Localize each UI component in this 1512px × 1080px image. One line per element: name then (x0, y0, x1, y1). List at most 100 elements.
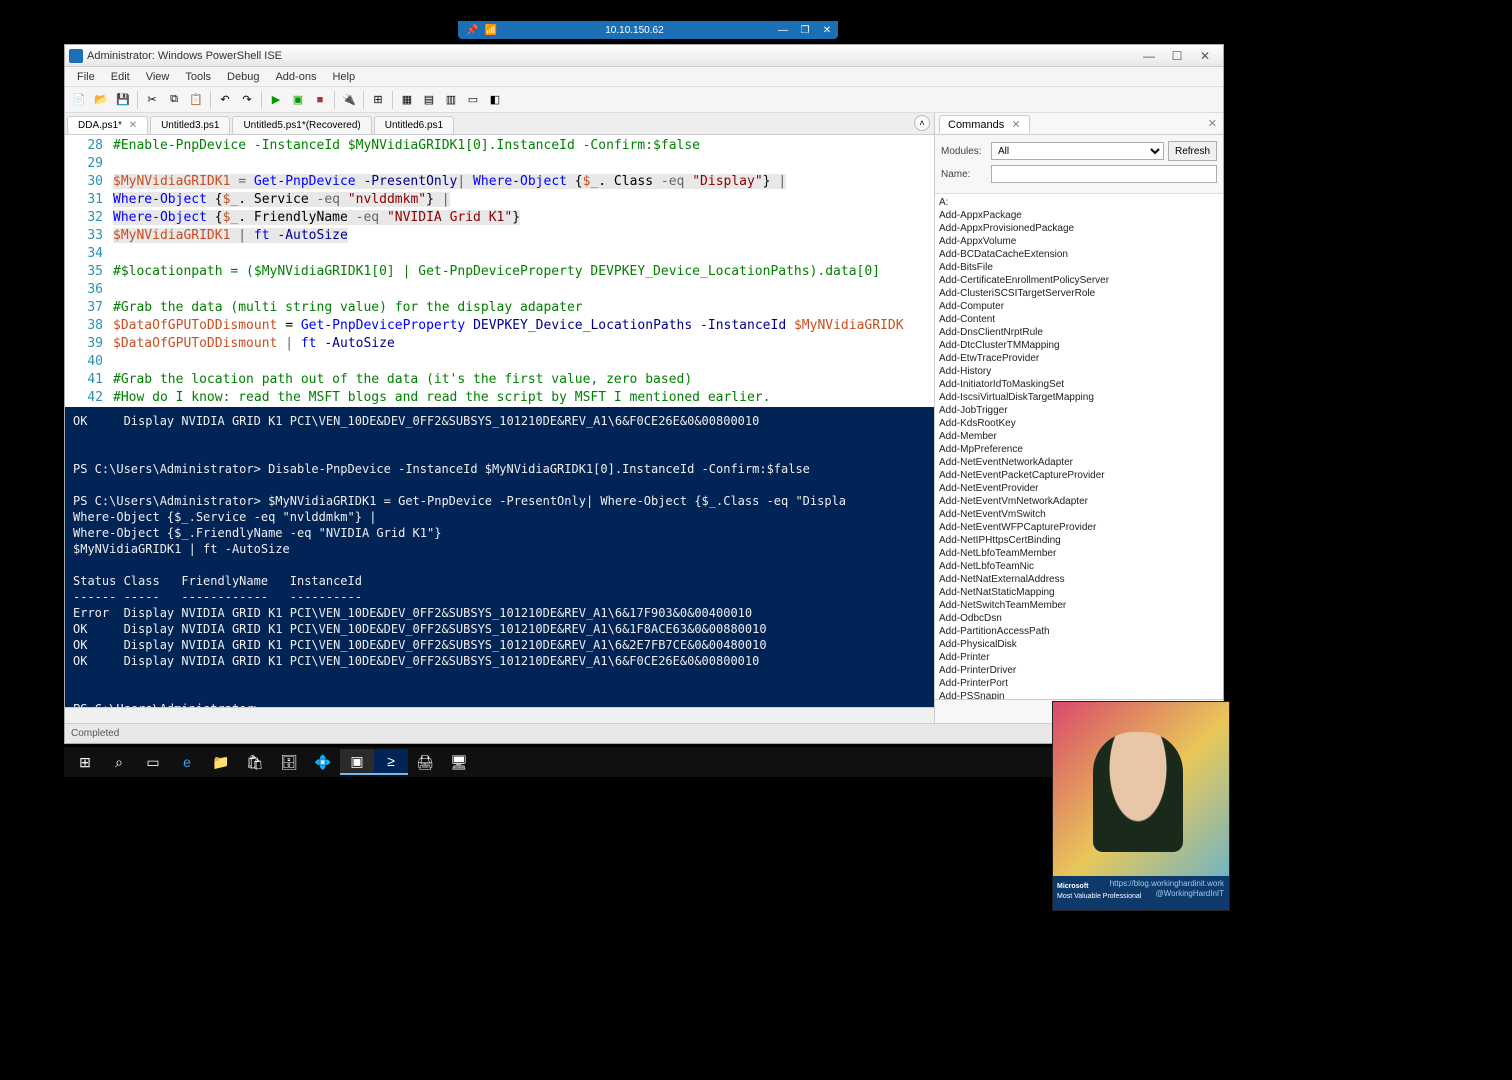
hyperv-icon[interactable]: 💠 (306, 749, 340, 775)
command-item[interactable]: Add-AppxVolume (939, 235, 1219, 248)
command-item[interactable]: Add-Computer (939, 300, 1219, 313)
command-item[interactable]: Add-Printer (939, 651, 1219, 664)
command-item[interactable]: Add-ClusteriSCSITargetServerRole (939, 287, 1219, 300)
script-editor[interactable]: 2829303132333435363738394041424344454647… (65, 135, 934, 407)
toggle-script-button[interactable]: ▭ (463, 90, 483, 110)
refresh-button[interactable]: Refresh (1168, 141, 1217, 161)
pin-icon[interactable]: 📌 (466, 25, 478, 36)
command-item[interactable]: Add-NetLbfoTeamNic (939, 560, 1219, 573)
open-button[interactable]: 📂 (91, 90, 111, 110)
devices-icon[interactable]: 🖥 (442, 749, 476, 775)
command-item[interactable]: Add-NetLbfoTeamMember (939, 547, 1219, 560)
command-item[interactable]: Add-OdbcDsn (939, 612, 1219, 625)
layout3-button[interactable]: ▥ (441, 90, 461, 110)
menu-debug[interactable]: Debug (219, 69, 267, 85)
new-button[interactable]: 📄 (69, 90, 89, 110)
commands-tab[interactable]: Commands ✕ (939, 115, 1030, 133)
command-item[interactable]: Add-NetSwitchTeamMember (939, 599, 1219, 612)
command-item[interactable]: Add-Member (939, 430, 1219, 443)
command-item[interactable]: Add-MpPreference (939, 443, 1219, 456)
command-item[interactable]: Add-AppxProvisionedPackage (939, 222, 1219, 235)
command-item[interactable]: Add-History (939, 365, 1219, 378)
close-button[interactable]: ✕ (1191, 49, 1219, 63)
title-bar[interactable]: Administrator: Windows PowerShell ISE — … (65, 45, 1223, 67)
rdp-restore-button[interactable]: ❐ (794, 25, 816, 36)
rdp-close-button[interactable]: ✕ (816, 25, 838, 36)
powershell-icon[interactable]: ≥ (374, 749, 408, 775)
layout2-button[interactable]: ▤ (419, 90, 439, 110)
menu-help[interactable]: Help (324, 69, 363, 85)
menu-add-ons[interactable]: Add-ons (267, 69, 324, 85)
command-item[interactable]: Add-KdsRootKey (939, 417, 1219, 430)
explorer-icon[interactable]: 📁 (204, 749, 238, 775)
copy-button[interactable]: ⧉ (164, 90, 184, 110)
command-item[interactable]: Add-NetEventPacketCaptureProvider (939, 469, 1219, 482)
rdp-minimize-button[interactable]: — (772, 25, 794, 36)
command-item[interactable]: Add-NetEventWFPCaptureProvider (939, 521, 1219, 534)
command-item[interactable]: A: (939, 196, 1219, 209)
close-panel-button[interactable]: ✕ (1208, 117, 1217, 130)
horizontal-scrollbar[interactable] (65, 707, 934, 723)
ise-taskbar-icon[interactable]: ▣ (340, 749, 374, 775)
tab-untitled6-ps1[interactable]: Untitled6.ps1 (374, 116, 454, 134)
menu-tools[interactable]: Tools (177, 69, 219, 85)
command-item[interactable]: Add-NetEventVmNetworkAdapter (939, 495, 1219, 508)
command-item[interactable]: Add-NetNatStaticMapping (939, 586, 1219, 599)
layout1-button[interactable]: ▦ (397, 90, 417, 110)
commands-list[interactable]: A:Add-AppxPackageAdd-AppxProvisionedPack… (935, 194, 1223, 699)
command-item[interactable]: Add-PSSnapin (939, 690, 1219, 699)
command-item[interactable]: Add-NetIPHttpsCertBinding (939, 534, 1219, 547)
store-icon[interactable]: 🛍 (238, 749, 272, 775)
command-item[interactable]: Add-AppxPackage (939, 209, 1219, 222)
name-input[interactable] (991, 165, 1217, 183)
show-commands-button[interactable]: ◧ (485, 90, 505, 110)
show-command-button[interactable]: ⊞ (368, 90, 388, 110)
command-item[interactable]: Add-NetEventProvider (939, 482, 1219, 495)
console-pane[interactable]: OK Display NVIDIA GRID K1 PCI\VEN_10DE&D… (65, 407, 934, 707)
command-item[interactable]: Add-PrinterPort (939, 677, 1219, 690)
command-item[interactable]: Add-JobTrigger (939, 404, 1219, 417)
command-item[interactable]: Add-CertificateEnrollmentPolicyServer (939, 274, 1219, 287)
command-item[interactable]: Add-InitiatorIdToMaskingSet (939, 378, 1219, 391)
command-item[interactable]: Add-NetEventNetworkAdapter (939, 456, 1219, 469)
search-button[interactable]: ⌕ (102, 749, 136, 775)
server-manager-icon[interactable]: 🗄 (272, 749, 306, 775)
edge-icon[interactable]: e (170, 749, 204, 775)
start-button[interactable]: ⊞ (68, 749, 102, 775)
command-item[interactable]: Add-PrinterDriver (939, 664, 1219, 677)
command-item[interactable]: Add-DtcClusterTMMapping (939, 339, 1219, 352)
close-tab-icon[interactable]: ✕ (129, 120, 137, 131)
tab-untitled3-ps1[interactable]: Untitled3.ps1 (150, 116, 230, 134)
run-button[interactable]: ▶ (266, 90, 286, 110)
command-item[interactable]: Add-EtwTraceProvider (939, 352, 1219, 365)
run-selection-button[interactable]: ▣ (288, 90, 308, 110)
command-item[interactable]: Add-Content (939, 313, 1219, 326)
code-area[interactable]: #Enable-PnpDevice -InstanceId $MyNVidiaG… (109, 135, 934, 407)
command-item[interactable]: Add-PhysicalDisk (939, 638, 1219, 651)
command-item[interactable]: Add-NetNatExternalAddress (939, 573, 1219, 586)
maximize-button[interactable]: ☐ (1163, 49, 1191, 63)
redo-button[interactable]: ↷ (237, 90, 257, 110)
command-item[interactable]: Add-NetEventVmSwitch (939, 508, 1219, 521)
new-remote-button[interactable]: 🔌 (339, 90, 359, 110)
command-item[interactable]: Add-BitsFile (939, 261, 1219, 274)
close-commands-tab[interactable]: ✕ (1011, 119, 1020, 131)
command-item[interactable]: Add-IscsiVirtualDiskTargetMapping (939, 391, 1219, 404)
cut-button[interactable]: ✂ (142, 90, 162, 110)
printer-icon[interactable]: 🖨 (408, 749, 442, 775)
taskview-button[interactable]: ▭ (136, 749, 170, 775)
paste-button[interactable]: 📋 (186, 90, 206, 110)
save-button[interactable]: 💾 (113, 90, 133, 110)
menu-view[interactable]: View (138, 69, 178, 85)
command-item[interactable]: Add-PartitionAccessPath (939, 625, 1219, 638)
modules-select[interactable]: All (991, 142, 1164, 160)
menu-file[interactable]: File (69, 69, 103, 85)
minimize-button[interactable]: — (1135, 49, 1163, 63)
tab-untitled5-ps1--recovered-[interactable]: Untitled5.ps1*(Recovered) (232, 116, 371, 134)
command-item[interactable]: Add-BCDataCacheExtension (939, 248, 1219, 261)
undo-button[interactable]: ↶ (215, 90, 235, 110)
command-item[interactable]: Add-DnsClientNrptRule (939, 326, 1219, 339)
menu-edit[interactable]: Edit (103, 69, 138, 85)
stop-button[interactable]: ■ (310, 90, 330, 110)
tab-dda-ps1-[interactable]: DDA.ps1* ✕ (67, 116, 148, 134)
